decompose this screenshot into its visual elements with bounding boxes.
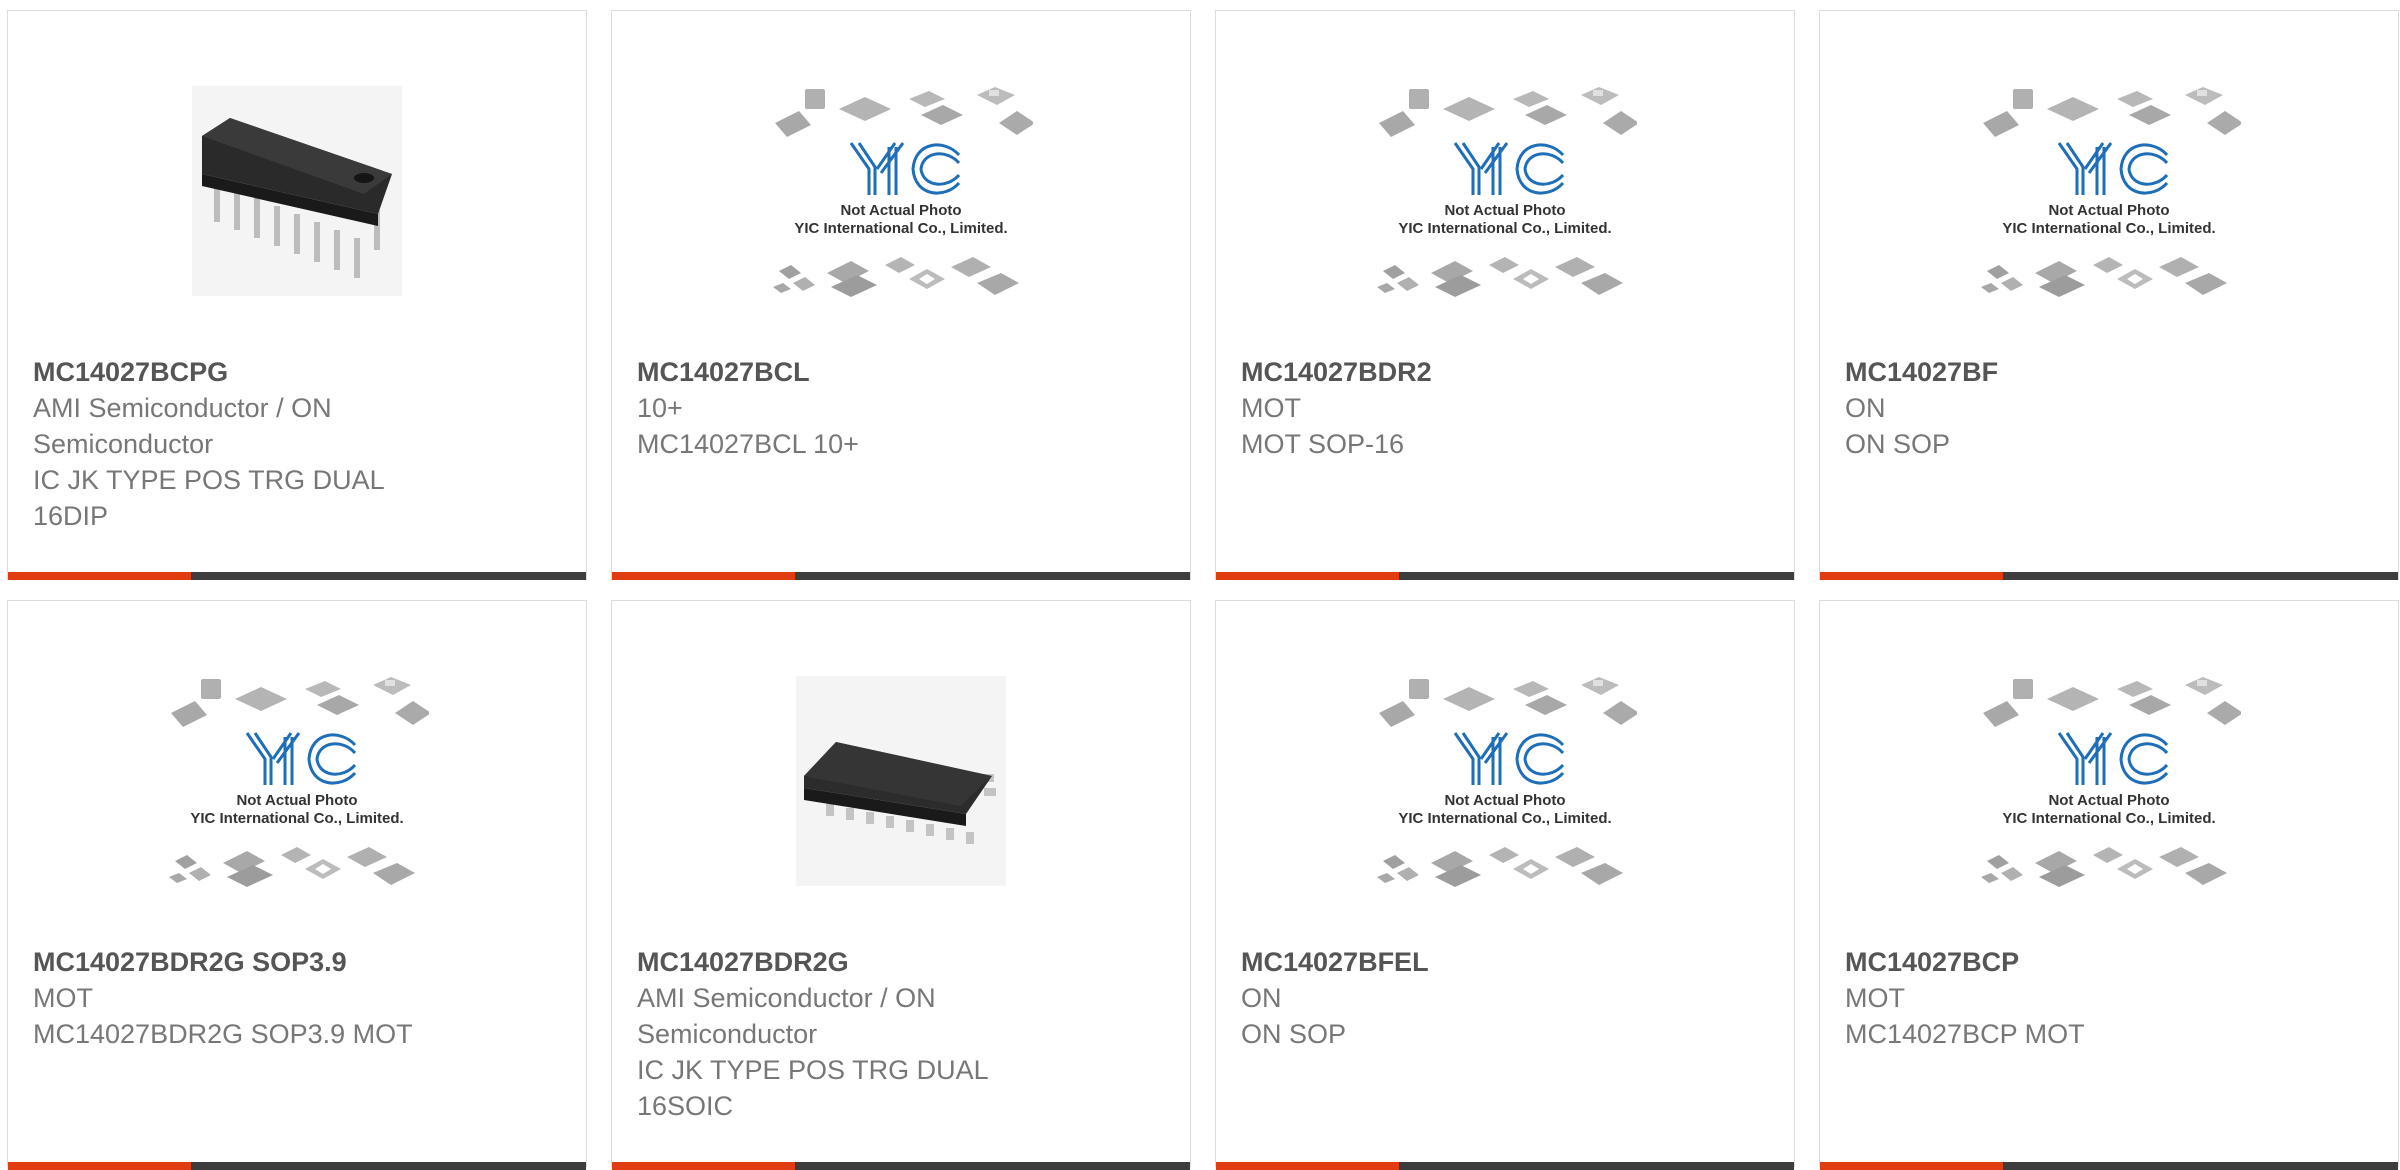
product-grid: MC14027BCPG AMI Semiconductor / ON Semic… bbox=[0, 0, 2400, 1170]
product-card[interactable]: MC14027BCP MOT MC14027BCP MOT bbox=[1819, 600, 2399, 1170]
part-number[interactable]: MC14027BDR2G SOP3.9 bbox=[33, 944, 566, 980]
description: ON SOP bbox=[1241, 1019, 1347, 1049]
yic-placeholder-icon bbox=[167, 675, 429, 889]
description: IC JK TYPE POS TRG DUAL bbox=[33, 465, 385, 495]
manufacturer: 10+ bbox=[637, 393, 683, 423]
yic-placeholder-icon bbox=[1375, 675, 1637, 889]
card-bottom-bar bbox=[8, 572, 586, 580]
product-image[interactable] bbox=[8, 71, 586, 311]
manufacturer-cont: Semiconductor bbox=[33, 429, 214, 459]
product-card[interactable]: MC14027BDR2G SOP3.9 MOT MC14027BDR2G SOP… bbox=[7, 600, 587, 1170]
product-card[interactable]: MC14027BCPG AMI Semiconductor / ON Semic… bbox=[7, 10, 587, 580]
product-card[interactable]: MC14027BF ON ON SOP bbox=[1819, 10, 2399, 580]
yic-placeholder-icon bbox=[1375, 85, 1637, 299]
product-image[interactable] bbox=[1216, 661, 1794, 901]
product-card[interactable]: MC14027BCL 10+ MC14027BCL 10+ bbox=[611, 10, 1191, 580]
product-image[interactable] bbox=[8, 661, 586, 901]
card-bottom-bar bbox=[1216, 1162, 1794, 1170]
part-number[interactable]: MC14027BCPG bbox=[33, 354, 566, 390]
description: MC14027BCP MOT bbox=[1845, 1019, 2085, 1049]
description: IC JK TYPE POS TRG DUAL bbox=[637, 1055, 989, 1085]
card-bottom-bar bbox=[612, 572, 1190, 580]
part-number[interactable]: MC14027BCP bbox=[1845, 944, 2378, 980]
yic-placeholder-icon bbox=[1979, 85, 2241, 299]
dip-chip-icon bbox=[192, 86, 402, 296]
card-bottom-bar bbox=[1820, 572, 2398, 580]
part-number[interactable]: MC14027BF bbox=[1845, 354, 2378, 390]
manufacturer: MOT bbox=[1241, 393, 1301, 423]
manufacturer-cont: Semiconductor bbox=[637, 1019, 818, 1049]
yic-placeholder-icon bbox=[771, 85, 1033, 299]
product-card[interactable]: MC14027BDR2G AMI Semiconductor / ON Semi… bbox=[611, 600, 1191, 1170]
part-number[interactable]: MC14027BCL bbox=[637, 354, 1170, 390]
product-image[interactable] bbox=[1820, 661, 2398, 901]
manufacturer: MOT bbox=[33, 983, 93, 1013]
description: MC14027BCL 10+ bbox=[637, 429, 859, 459]
part-number[interactable]: MC14027BDR2G bbox=[637, 944, 1170, 980]
description-cont: 16DIP bbox=[33, 501, 109, 531]
description: ON SOP bbox=[1845, 429, 1951, 459]
description: MC14027BDR2G SOP3.9 MOT bbox=[33, 1019, 413, 1049]
product-image[interactable] bbox=[1820, 71, 2398, 311]
manufacturer: AMI Semiconductor / ON bbox=[33, 393, 332, 423]
product-image[interactable] bbox=[1216, 71, 1794, 311]
part-number[interactable]: MC14027BFEL bbox=[1241, 944, 1774, 980]
product-card[interactable]: MC14027BDR2 MOT MOT SOP-16 bbox=[1215, 10, 1795, 580]
product-image[interactable] bbox=[612, 71, 1190, 311]
description: MOT SOP-16 bbox=[1241, 429, 1405, 459]
card-bottom-bar bbox=[8, 1162, 586, 1170]
soic-chip-icon bbox=[796, 676, 1006, 886]
product-image[interactable] bbox=[612, 661, 1190, 901]
description-cont: 16SOIC bbox=[637, 1091, 734, 1121]
card-bottom-bar bbox=[1216, 572, 1794, 580]
manufacturer: MOT bbox=[1845, 983, 1905, 1013]
manufacturer: ON bbox=[1241, 983, 1282, 1013]
card-bottom-bar bbox=[1820, 1162, 2398, 1170]
manufacturer: ON bbox=[1845, 393, 1886, 423]
product-card[interactable]: MC14027BFEL ON ON SOP bbox=[1215, 600, 1795, 1170]
manufacturer: AMI Semiconductor / ON bbox=[637, 983, 936, 1013]
card-bottom-bar bbox=[612, 1162, 1190, 1170]
yic-placeholder-icon bbox=[1979, 675, 2241, 889]
part-number[interactable]: MC14027BDR2 bbox=[1241, 354, 1774, 390]
